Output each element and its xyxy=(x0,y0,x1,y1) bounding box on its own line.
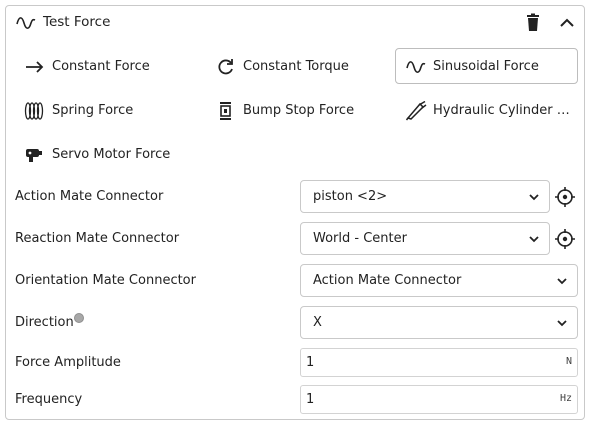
force-type-label: Constant Force xyxy=(52,59,150,74)
reaction-mate-select[interactable]: World - Center xyxy=(300,222,550,255)
frequency-label: Frequency xyxy=(15,392,83,407)
direction-label: Direction xyxy=(15,315,74,330)
hydraulic-cylinder-icon xyxy=(405,101,427,121)
action-mate-select[interactable]: piston <2> xyxy=(300,180,550,213)
crosshair-target-icon[interactable] xyxy=(554,186,576,208)
force-type-label: Servo Motor Force xyxy=(52,147,171,162)
force-type-label: Constant Torque xyxy=(243,59,349,74)
force-type-constant-force[interactable]: Constant Force xyxy=(14,48,196,84)
chevron-up-icon[interactable] xyxy=(557,13,577,33)
action-mate-value: piston <2> xyxy=(313,189,388,204)
sine-wave-icon xyxy=(406,61,426,74)
reaction-mate-label: Reaction Mate Connector xyxy=(15,231,180,246)
force-type-sinusoidal-force[interactable]: Sinusoidal Force xyxy=(395,48,578,84)
force-feature-panel: Test Force Constant Force Constant Torqu… xyxy=(5,5,585,420)
spring-coil-icon xyxy=(24,102,44,120)
orientation-mate-label: Orientation Mate Connector xyxy=(15,273,196,288)
chevron-down-icon xyxy=(529,194,539,201)
force-type-label: Spring Force xyxy=(52,103,134,118)
force-type-constant-torque[interactable]: Constant Torque xyxy=(205,48,387,84)
frequency-unit: Hz xyxy=(559,393,572,404)
chevron-down-icon xyxy=(557,320,567,327)
panel-header[interactable]: Test Force xyxy=(6,6,584,40)
chevron-down-icon xyxy=(529,236,539,243)
servo-motor-icon xyxy=(26,149,42,162)
force-amplitude-value: 1 xyxy=(306,355,315,370)
help-icon[interactable] xyxy=(74,313,84,323)
sine-wave-icon xyxy=(16,17,36,30)
direction-value: X xyxy=(313,315,322,330)
force-type-label: Sinusoidal Force xyxy=(433,59,539,74)
force-type-label: Bump Stop Force xyxy=(243,103,355,118)
orientation-mate-value: Action Mate Connector xyxy=(313,273,462,288)
force-type-spring-force[interactable]: Spring Force xyxy=(14,92,196,128)
force-type-servo-motor-force[interactable]: Servo Motor Force xyxy=(14,136,196,172)
orientation-mate-select[interactable]: Action Mate Connector xyxy=(300,264,578,297)
action-mate-label: Action Mate Connector xyxy=(15,189,164,204)
rotate-arrow-icon xyxy=(218,59,233,75)
bump-stop-icon xyxy=(220,102,231,120)
force-amplitude-label: Force Amplitude xyxy=(15,355,121,370)
force-amplitude-input[interactable]: 1 N xyxy=(300,348,578,377)
direction-select[interactable]: X xyxy=(300,306,578,339)
crosshair-target-icon[interactable] xyxy=(554,228,576,250)
arrow-right-icon xyxy=(26,61,44,73)
feature-title: Test Force xyxy=(43,14,111,30)
force-type-bump-stop-force[interactable]: Bump Stop Force xyxy=(205,92,387,128)
trash-icon[interactable] xyxy=(524,13,542,33)
force-amplitude-unit: N xyxy=(565,356,572,367)
frequency-input[interactable]: 1 Hz xyxy=(300,385,578,414)
force-type-hydraulic-cylinder-force[interactable]: Hydraulic Cylinder F... xyxy=(395,92,578,128)
chevron-down-icon xyxy=(557,278,567,285)
frequency-value: 1 xyxy=(306,392,315,407)
force-type-label: Hydraulic Cylinder F... xyxy=(433,103,573,118)
reaction-mate-value: World - Center xyxy=(313,231,407,246)
